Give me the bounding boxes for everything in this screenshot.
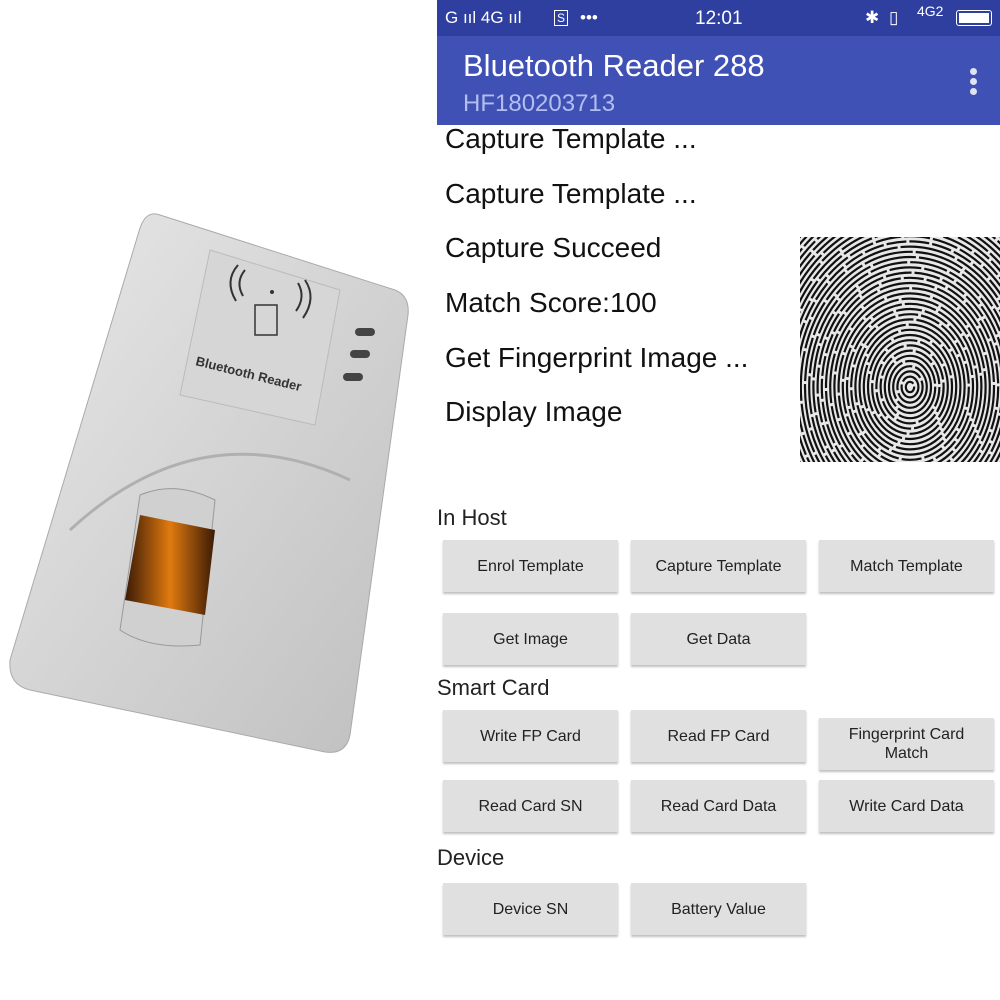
- fingerprint-card-match-button[interactable]: Fingerprint Card Match: [819, 718, 994, 770]
- clock: 12:01: [695, 8, 743, 29]
- log-line: Match Score:100: [445, 287, 657, 318]
- log-line: Get Fingerprint Image ...: [445, 342, 749, 373]
- capture-template-button[interactable]: Capture Template: [631, 540, 806, 592]
- app-bar: Bluetooth Reader 288 HF180203713: [437, 36, 1000, 125]
- device-serial: HF180203713: [463, 90, 616, 117]
- device-sn-button[interactable]: Device SN: [443, 883, 618, 935]
- status-bar: G ııl 4G ııl S ••• 12:01 ✱ ▯ 4G2: [437, 0, 1000, 36]
- log-line: Display Image: [445, 396, 623, 427]
- more-vert-icon[interactable]: [970, 68, 978, 98]
- read-fp-card-button[interactable]: Read FP Card: [631, 710, 806, 762]
- log-line: Capture Template ...: [445, 178, 697, 209]
- section-smart-card: Smart Card: [437, 675, 550, 700]
- phone-screen: G ııl 4G ııl S ••• 12:01 ✱ ▯ 4G2 Bluetoo…: [437, 0, 1000, 1000]
- write-fp-card-button[interactable]: Write FP Card: [443, 710, 618, 762]
- enrol-template-button[interactable]: Enrol Template: [443, 540, 618, 592]
- battery-icon: [956, 10, 992, 26]
- fingerprint-image: [800, 237, 1000, 462]
- vibrate-icon: ▯: [889, 8, 899, 27]
- read-card-sn-button[interactable]: Read Card SN: [443, 780, 618, 832]
- get-data-button[interactable]: Get Data: [631, 613, 806, 665]
- bluetooth-icon: ✱: [865, 8, 880, 27]
- bluetooth-reader-device-photo: Bluetooth Reader: [9, 213, 409, 753]
- section-in-host: In Host: [437, 505, 507, 530]
- log-line: Capture Template ...: [445, 123, 697, 154]
- get-image-button[interactable]: Get Image: [443, 613, 618, 665]
- network-type: 4G2: [917, 3, 944, 19]
- app-title: Bluetooth Reader 288: [463, 48, 765, 83]
- read-card-data-button[interactable]: Read Card Data: [631, 780, 806, 832]
- battery-value-button[interactable]: Battery Value: [631, 883, 806, 935]
- section-device: Device: [437, 845, 505, 870]
- sim-icon: S: [554, 10, 569, 26]
- match-template-button[interactable]: Match Template: [819, 540, 994, 592]
- log-line: Capture Succeed: [445, 232, 662, 263]
- signal-indicator: G ııl 4G ııl: [445, 8, 522, 27]
- write-card-data-button[interactable]: Write Card Data: [819, 780, 994, 832]
- more-notifications-icon: •••: [580, 8, 598, 27]
